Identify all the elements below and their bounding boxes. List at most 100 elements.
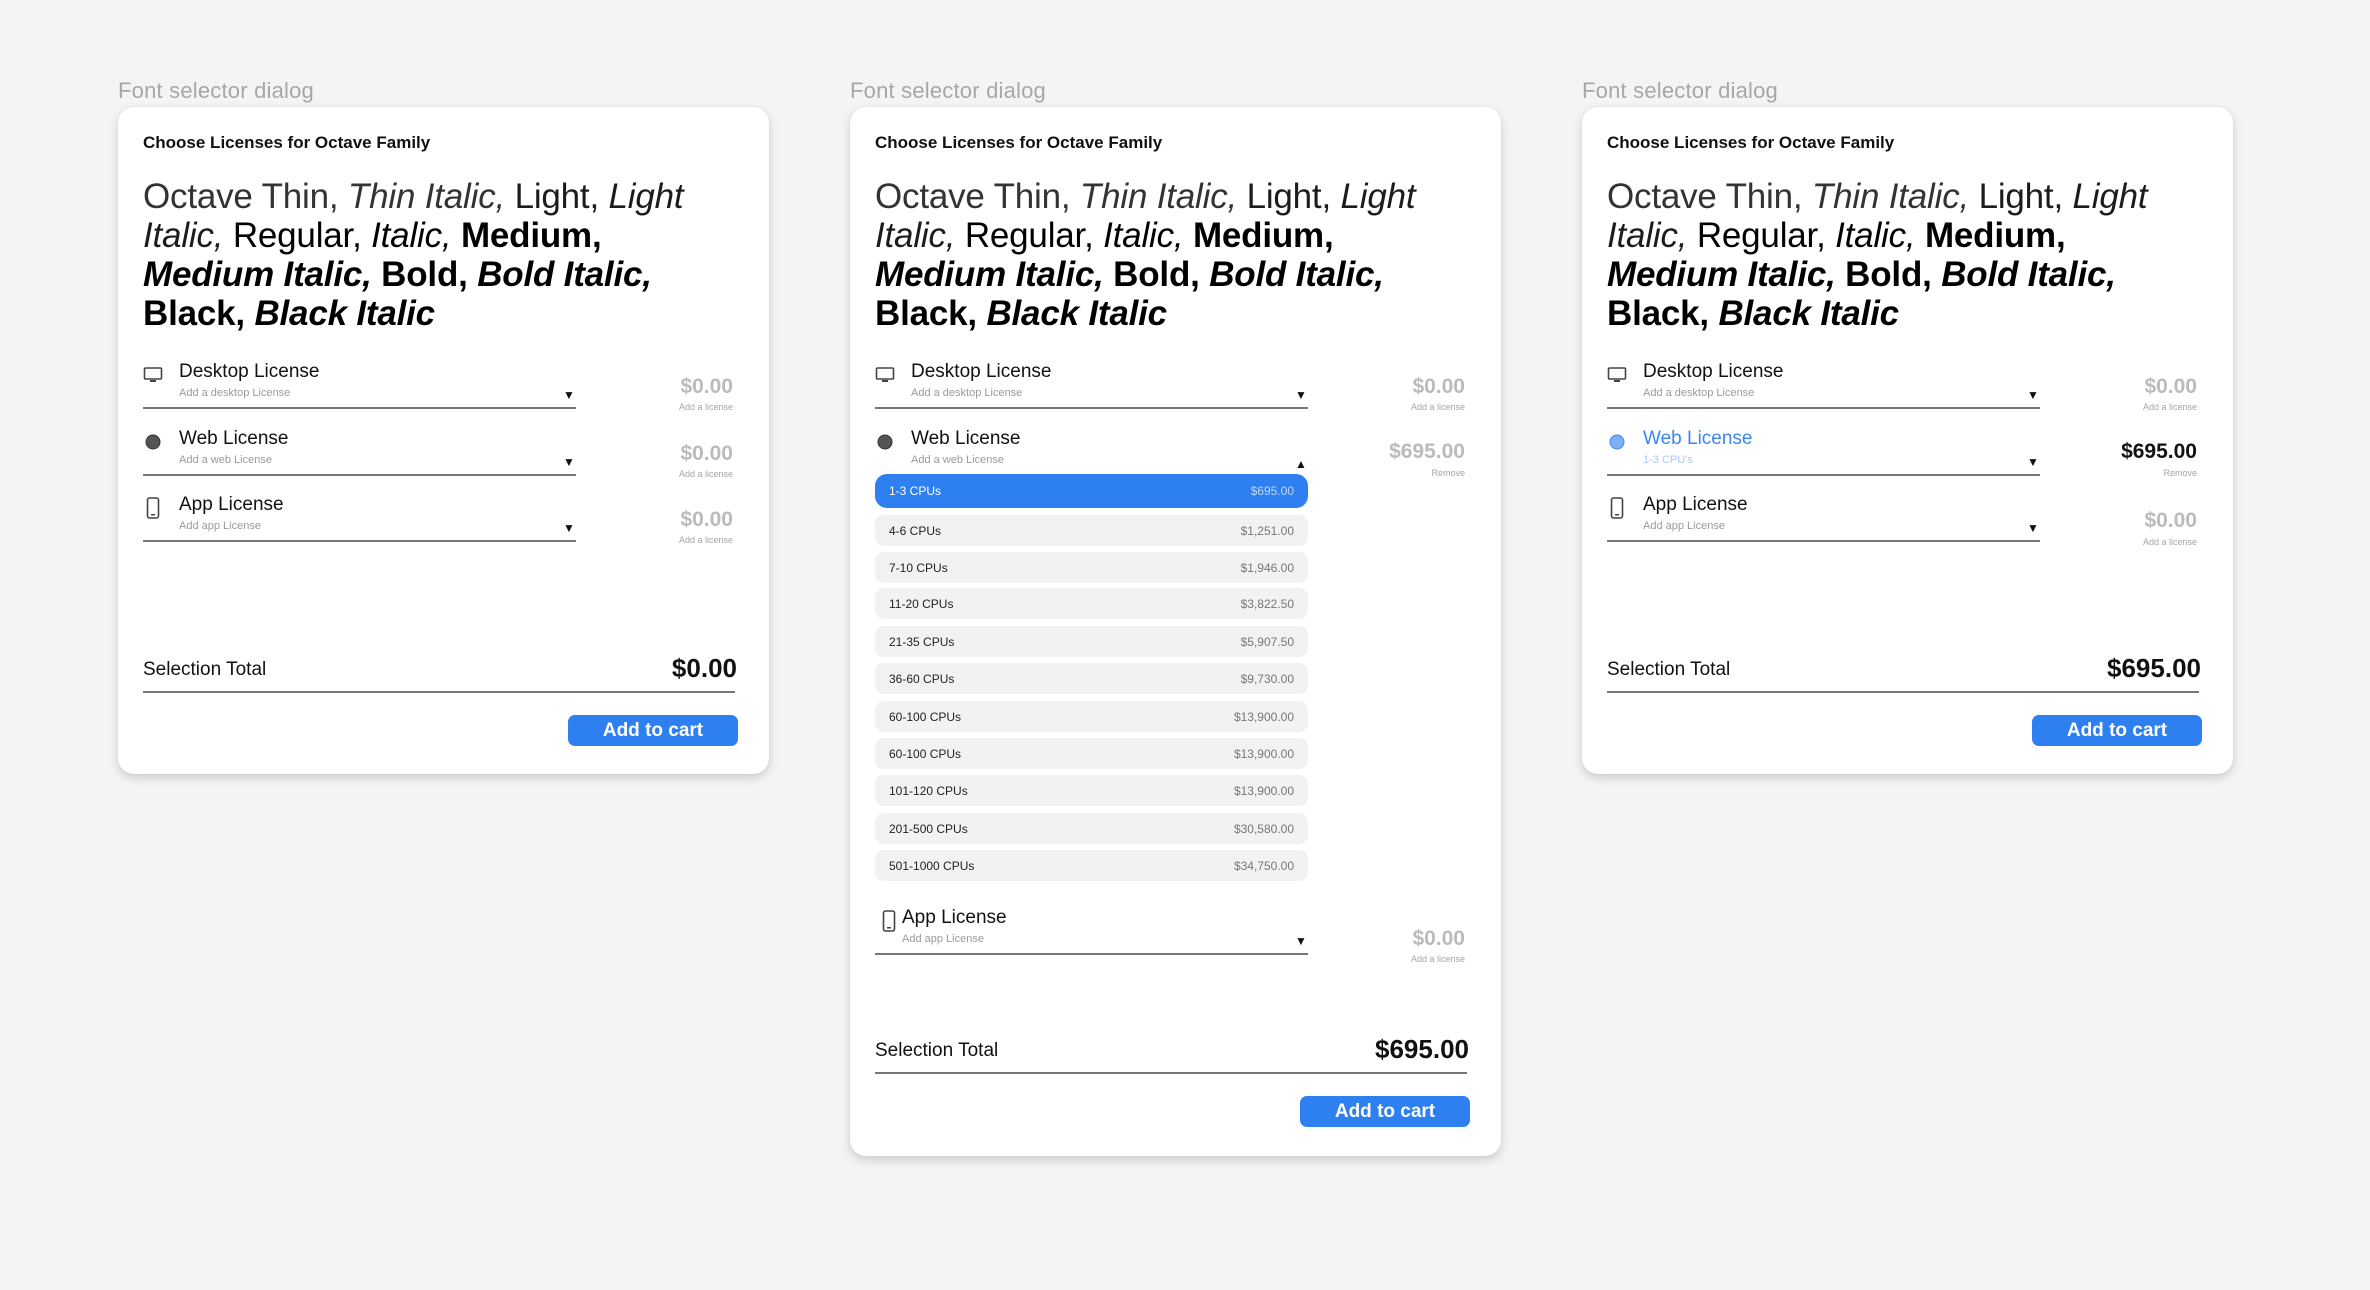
web-license-label: Web License <box>911 428 1021 449</box>
specimen-light: Light, <box>1246 177 1332 216</box>
specimen-black-italic: Black Italic <box>254 294 435 333</box>
selection-total-value: $695.00 <box>1375 1034 1469 1064</box>
desktop-license-select[interactable]: Desktop License Add a desktop License ▼ … <box>875 361 1465 421</box>
font-specimen: Octave Thin, Thin Italic, Light, Light I… <box>143 177 703 333</box>
specimen-thin: Octave Thin, <box>875 177 1071 216</box>
specimen-bold-italic: Bold Italic, <box>477 255 652 294</box>
monitor-icon <box>143 365 163 385</box>
option-label: 101-120 CPUs <box>889 783 968 798</box>
chevron-down-icon[interactable]: ▼ <box>2027 389 2039 401</box>
select-underline <box>143 407 576 409</box>
specimen-black: Black, <box>143 294 245 333</box>
phone-icon <box>879 910 899 932</box>
font-selector-dialog: Choose Licenses for Octave Family Octave… <box>1582 107 2233 774</box>
dropdown-option[interactable]: 11-20 CPUs $3,822.50 <box>875 588 1308 619</box>
dropdown-option[interactable]: 101-120 CPUs $13,900.00 <box>875 775 1308 806</box>
desktop-license-hint: Add a desktop License <box>1643 387 1755 399</box>
specimen-light: Light, <box>1978 177 2064 216</box>
selection-total-value: $695.00 <box>2107 653 2201 683</box>
option-label: 501-1000 CPUs <box>889 858 975 873</box>
add-license-link[interactable]: Add a license <box>1411 954 1465 964</box>
add-license-link[interactable]: Add a license <box>679 535 733 545</box>
option-price: $30,580.00 <box>1233 821 1294 836</box>
desktop-license-select[interactable]: Desktop License Add a desktop License ▼ … <box>143 361 733 421</box>
total-divider <box>143 691 735 693</box>
add-to-cart-button[interactable]: Add to cart <box>1300 1096 1470 1127</box>
specimen-medium: Medium, <box>460 216 602 255</box>
add-license-link[interactable]: Add a license <box>2143 537 2197 547</box>
add-license-link[interactable]: Add a license <box>679 402 733 412</box>
option-label: 7-10 CPUs <box>889 560 948 575</box>
chevron-down-icon[interactable]: ▼ <box>563 522 575 534</box>
option-label: 36-60 CPUs <box>889 671 955 686</box>
add-license-link[interactable]: Add a license <box>679 469 733 479</box>
total-divider <box>875 1072 1467 1074</box>
specimen-medium-italic: Medium Italic, <box>143 255 372 294</box>
app-license-select[interactable]: App License Add app License ▼ $0.00 Add … <box>1607 494 2197 554</box>
dropdown-option[interactable]: 36-60 CPUs $9,730.00 <box>875 663 1308 694</box>
specimen-bold-italic: Bold Italic, <box>1209 255 1384 294</box>
remove-license-link[interactable]: Remove <box>1431 468 1465 478</box>
monitor-icon <box>875 365 895 385</box>
specimen-thin-italic: Thin Italic, <box>347 177 506 216</box>
chevron-down-icon[interactable]: ▼ <box>563 389 575 401</box>
chevron-down-icon[interactable]: ▼ <box>1295 935 1307 947</box>
chevron-down-icon[interactable]: ▼ <box>1295 389 1307 401</box>
specimen-black-italic: Black Italic <box>986 294 1167 333</box>
specimen-black: Black, <box>1607 294 1709 333</box>
specimen-medium-italic: Medium Italic, <box>1607 255 1836 294</box>
app-license-price: $0.00 <box>680 508 733 531</box>
specimen-bold: Bold, <box>1845 255 1932 294</box>
option-price: $9,730.00 <box>1240 671 1294 686</box>
option-label: 60-100 CPUs <box>889 746 962 761</box>
desktop-license-hint: Add a desktop License <box>911 387 1023 399</box>
selection-total-label: Selection Total <box>875 1040 999 1061</box>
desktop-license-select[interactable]: Desktop License Add a desktop License ▼ … <box>1607 361 2197 421</box>
dialog-title: Choose Licenses for Octave Family <box>875 133 1163 152</box>
dropdown-option[interactable]: 7-10 CPUs $1,946.00 <box>875 552 1308 583</box>
option-price: $13,900.00 <box>1233 746 1294 761</box>
add-license-link[interactable]: Add a license <box>2143 402 2197 412</box>
selection-total-label: Selection Total <box>143 659 267 680</box>
remove-license-link[interactable]: Remove <box>2163 468 2197 478</box>
select-underline <box>1607 540 2040 542</box>
dropdown-option[interactable]: 21-35 CPUs $5,907.50 <box>875 626 1308 657</box>
specimen-black: Black, <box>875 294 977 333</box>
chevron-down-icon[interactable]: ▼ <box>563 456 575 468</box>
specimen-regular: Regular, <box>232 216 362 255</box>
dropdown-option[interactable]: 60-100 CPUs $13,900.00 <box>875 738 1308 769</box>
desktop-license-label: Desktop License <box>179 361 320 382</box>
app-license-select[interactable]: App License Add app License ▼ $0.00 Add … <box>875 907 1465 967</box>
dropdown-option[interactable]: 201-500 CPUs $30,580.00 <box>875 813 1308 844</box>
chevron-down-icon[interactable]: ▼ <box>2027 522 2039 534</box>
option-price: $695.00 <box>1250 484 1294 498</box>
web-license-select[interactable]: Web License Add a web License ▼ $0.00 Ad… <box>143 428 733 488</box>
add-license-link[interactable]: Add a license <box>1411 402 1465 412</box>
web-license-select[interactable]: Web License 1-3 CPU's ▼ $695.00 Remove <box>1607 428 2197 488</box>
specimen-black-italic: Black Italic <box>1718 294 1899 333</box>
app-license-select[interactable]: App License Add app License ▼ $0.00 Add … <box>143 494 733 554</box>
option-price: $5,907.50 <box>1240 634 1294 649</box>
desktop-license-label: Desktop License <box>911 361 1052 382</box>
web-license-price: $695.00 <box>2121 440 2197 463</box>
option-label: 60-100 CPUs <box>889 709 962 724</box>
desktop-license-price: $0.00 <box>680 375 733 398</box>
chevron-down-icon[interactable]: ▼ <box>2027 456 2039 468</box>
add-to-cart-button[interactable]: Add to cart <box>2032 715 2202 746</box>
dropdown-option[interactable]: 4-6 CPUs $1,251.00 <box>875 515 1308 546</box>
dialog-title: Choose Licenses for Octave Family <box>143 133 431 152</box>
web-license-hint: Add a web License <box>179 454 272 466</box>
dropdown-option[interactable]: 60-100 CPUs $13,900.00 <box>875 701 1308 732</box>
dropdown-option[interactable]: 1-3 CPUs $695.00 <box>875 474 1308 508</box>
specimen-thin: Octave Thin, <box>143 177 339 216</box>
specimen-regular: Regular, <box>1696 216 1826 255</box>
phone-icon <box>143 497 163 519</box>
option-price: $3,822.50 <box>1240 596 1294 611</box>
add-to-cart-button[interactable]: Add to cart <box>568 715 738 746</box>
dropdown-option[interactable]: 501-1000 CPUs $34,750.00 <box>875 850 1308 881</box>
specimen-bold: Bold, <box>381 255 468 294</box>
option-price: $1,251.00 <box>1240 523 1294 538</box>
desktop-license-price: $0.00 <box>1412 375 1465 398</box>
globe-icon <box>1607 432 1627 452</box>
chevron-up-icon[interactable]: ▲ <box>1295 458 1307 470</box>
